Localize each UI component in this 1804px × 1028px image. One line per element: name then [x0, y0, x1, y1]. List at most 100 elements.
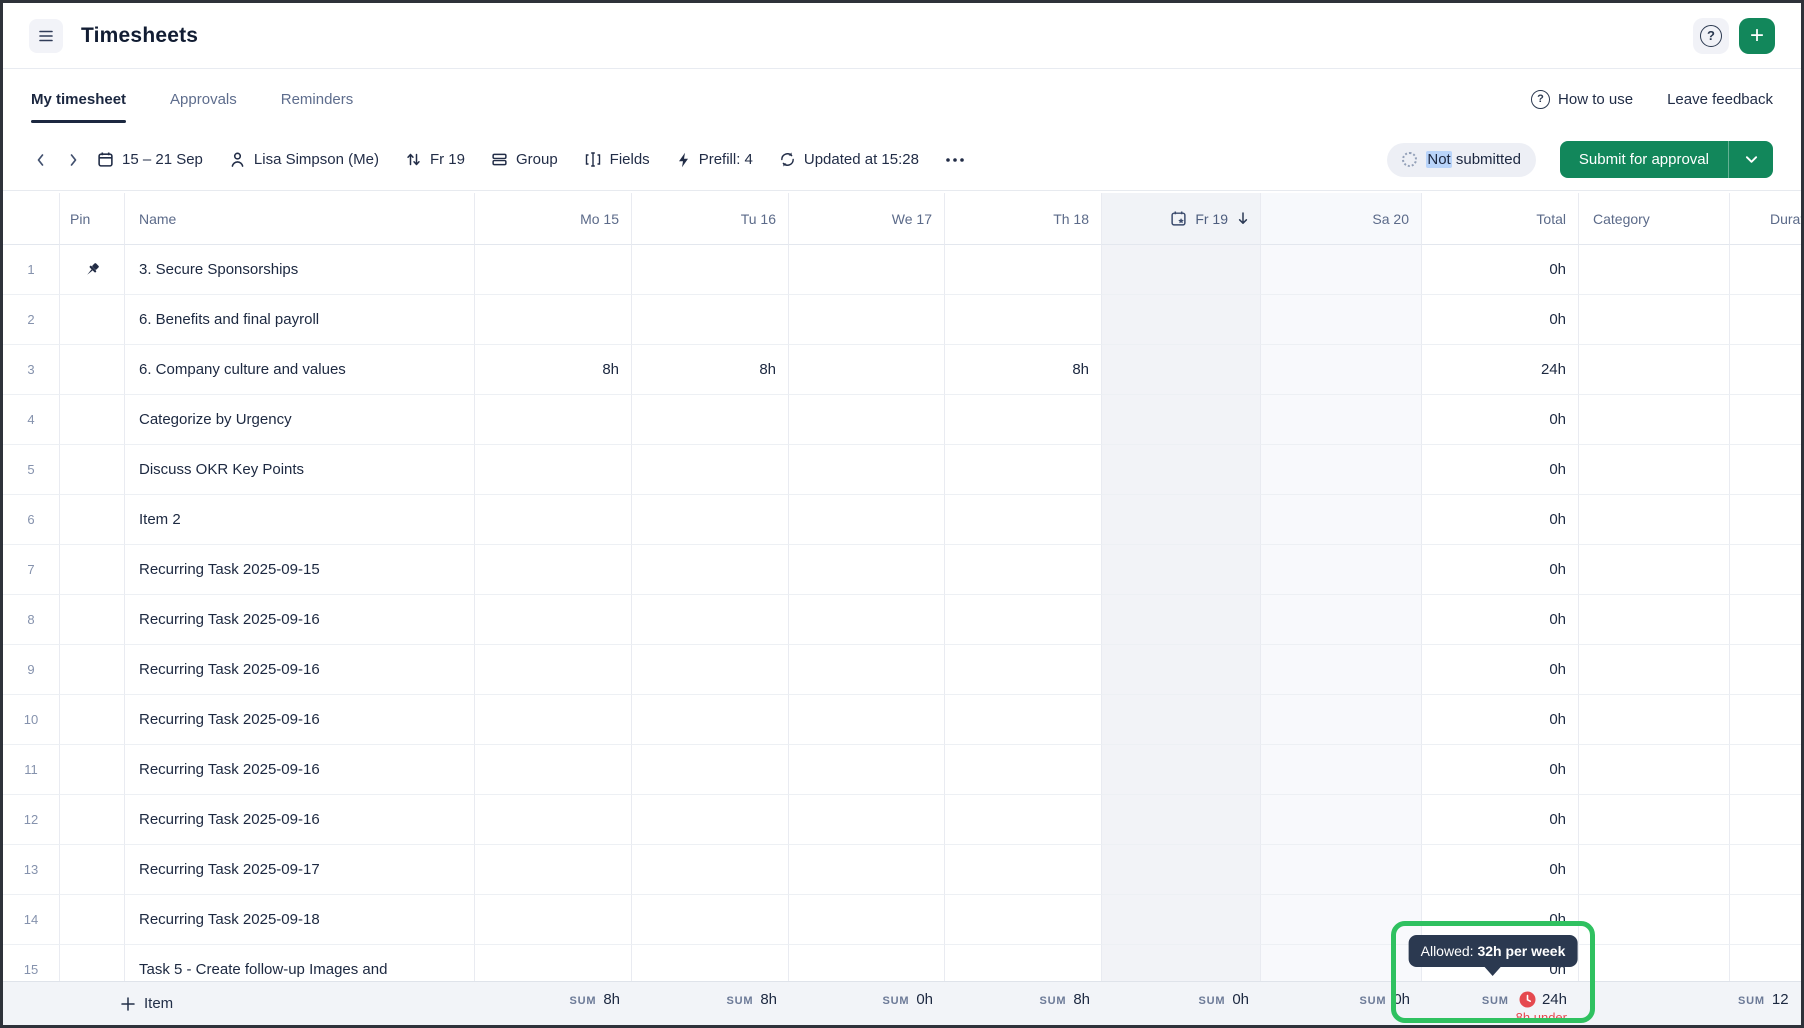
time-cell-sa[interactable] — [1261, 495, 1422, 545]
time-cell-tu[interactable] — [632, 595, 789, 645]
sort-control[interactable]: Fr 19 — [405, 151, 465, 168]
time-cell-we[interactable] — [789, 845, 945, 895]
time-cell-tu[interactable]: 8h — [632, 345, 789, 395]
time-cell-fr[interactable] — [1102, 795, 1261, 845]
row-number[interactable]: 1 — [3, 245, 60, 295]
time-cell-th[interactable] — [945, 645, 1102, 695]
time-cell-sa[interactable] — [1261, 395, 1422, 445]
time-cell-fr[interactable] — [1102, 495, 1261, 545]
time-cell-mo[interactable]: 8h — [475, 345, 632, 395]
time-cell-fr[interactable] — [1102, 395, 1261, 445]
header-sa-20[interactable]: Sa 20 — [1261, 193, 1422, 245]
time-cell-tu[interactable] — [632, 845, 789, 895]
header-fr-19[interactable]: Fr 19 — [1102, 193, 1261, 245]
time-cell-sa[interactable] — [1261, 445, 1422, 495]
task-name-cell[interactable]: 3. Secure Sponsorships — [125, 245, 475, 295]
row-number[interactable]: 4 — [3, 395, 60, 445]
time-cell-fr[interactable] — [1102, 745, 1261, 795]
pin-cell[interactable] — [60, 745, 125, 795]
time-cell-we[interactable] — [789, 645, 945, 695]
how-to-use-link[interactable]: ? How to use — [1531, 90, 1633, 109]
time-cell-sa[interactable] — [1261, 645, 1422, 695]
tab-reminders[interactable]: Reminders — [281, 69, 354, 129]
pin-cell[interactable] — [60, 245, 125, 295]
help-button[interactable]: ? — [1693, 18, 1729, 54]
row-number[interactable]: 3 — [3, 345, 60, 395]
row-number[interactable]: 7 — [3, 545, 60, 595]
fields-control[interactable]: Fields — [584, 151, 650, 168]
category-cell[interactable] — [1579, 895, 1730, 945]
pin-cell[interactable] — [60, 895, 125, 945]
category-cell[interactable] — [1579, 345, 1730, 395]
task-name-cell[interactable]: Recurring Task 2025-09-16 — [125, 695, 475, 745]
time-cell-we[interactable] — [789, 895, 945, 945]
category-cell[interactable] — [1579, 795, 1730, 845]
time-cell-mo[interactable] — [475, 395, 632, 445]
time-cell-th[interactable] — [945, 245, 1102, 295]
pin-cell[interactable] — [60, 595, 125, 645]
time-cell-we[interactable] — [789, 945, 945, 981]
time-cell-th[interactable] — [945, 545, 1102, 595]
time-cell-we[interactable] — [789, 245, 945, 295]
task-name-cell[interactable]: Recurring Task 2025-09-18 — [125, 895, 475, 945]
time-cell-fr[interactable] — [1102, 445, 1261, 495]
time-cell-sa[interactable] — [1261, 695, 1422, 745]
time-cell-mo[interactable] — [475, 745, 632, 795]
category-cell[interactable] — [1579, 395, 1730, 445]
header-duration[interactable]: Duration — [1730, 193, 1804, 245]
time-cell-th[interactable] — [945, 745, 1102, 795]
time-cell-we[interactable] — [789, 695, 945, 745]
header-total[interactable]: Total — [1422, 193, 1579, 245]
time-cell-th[interactable] — [945, 595, 1102, 645]
pin-cell[interactable] — [60, 845, 125, 895]
header-th-18[interactable]: Th 18 — [945, 193, 1102, 245]
task-name-cell[interactable]: Recurring Task 2025-09-15 — [125, 545, 475, 595]
category-cell[interactable] — [1579, 745, 1730, 795]
task-name-cell[interactable]: Recurring Task 2025-09-16 — [125, 745, 475, 795]
row-number[interactable]: 2 — [3, 295, 60, 345]
time-cell-we[interactable] — [789, 445, 945, 495]
time-cell-tu[interactable] — [632, 645, 789, 695]
time-cell-we[interactable] — [789, 395, 945, 445]
next-week-button[interactable] — [65, 152, 81, 168]
time-cell-fr[interactable] — [1102, 295, 1261, 345]
add-item-button[interactable]: Item — [121, 995, 173, 1012]
time-cell-tu[interactable] — [632, 895, 789, 945]
row-number[interactable]: 6 — [3, 495, 60, 545]
time-cell-sa[interactable] — [1261, 595, 1422, 645]
category-cell[interactable] — [1579, 545, 1730, 595]
time-cell-fr[interactable] — [1102, 545, 1261, 595]
time-cell-th[interactable] — [945, 295, 1102, 345]
task-name-cell[interactable]: Recurring Task 2025-09-16 — [125, 795, 475, 845]
pin-cell[interactable] — [60, 695, 125, 745]
category-cell[interactable] — [1579, 245, 1730, 295]
time-cell-fr[interactable] — [1102, 595, 1261, 645]
time-cell-tu[interactable] — [632, 245, 789, 295]
task-name-cell[interactable]: Categorize by Urgency — [125, 395, 475, 445]
category-cell[interactable] — [1579, 495, 1730, 545]
time-cell-tu[interactable] — [632, 795, 789, 845]
time-cell-tu[interactable] — [632, 545, 789, 595]
task-name-cell[interactable]: Recurring Task 2025-09-16 — [125, 645, 475, 695]
row-number[interactable]: 10 — [3, 695, 60, 745]
time-cell-we[interactable] — [789, 295, 945, 345]
time-cell-fr[interactable] — [1102, 845, 1261, 895]
time-cell-sa[interactable] — [1261, 795, 1422, 845]
time-cell-fr[interactable] — [1102, 895, 1261, 945]
time-cell-mo[interactable] — [475, 795, 632, 845]
time-cell-th[interactable] — [945, 445, 1102, 495]
time-cell-fr[interactable] — [1102, 345, 1261, 395]
time-cell-we[interactable] — [789, 345, 945, 395]
row-number[interactable]: 13 — [3, 845, 60, 895]
header-pin[interactable]: Pin — [60, 193, 125, 245]
time-cell-sa[interactable] — [1261, 845, 1422, 895]
header-name[interactable]: Name — [125, 193, 475, 245]
group-control[interactable]: Group — [491, 151, 558, 168]
submit-for-approval-button[interactable]: Submit for approval — [1560, 141, 1773, 178]
pin-cell[interactable] — [60, 395, 125, 445]
time-cell-mo[interactable] — [475, 695, 632, 745]
category-cell[interactable] — [1579, 445, 1730, 495]
time-cell-sa[interactable] — [1261, 545, 1422, 595]
pin-cell[interactable] — [60, 545, 125, 595]
time-cell-we[interactable] — [789, 795, 945, 845]
